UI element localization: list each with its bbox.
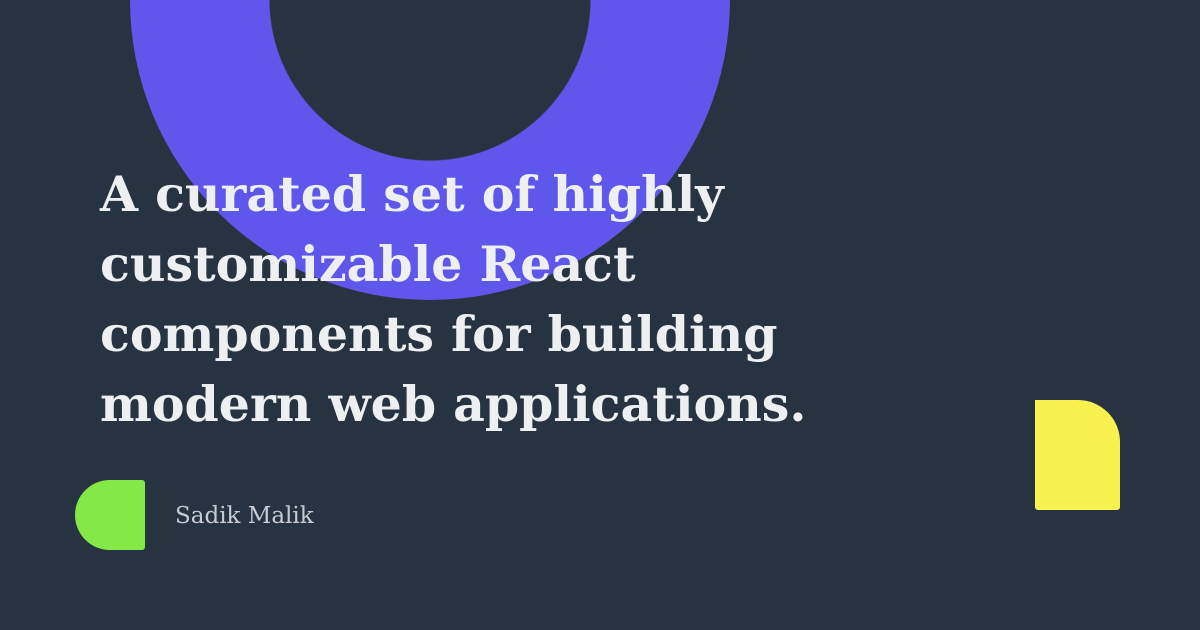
headline-line-1: A curated set of highly xyxy=(100,165,724,223)
headline-line-4: modern web applications. xyxy=(100,375,807,433)
headline: A curated set of highly customizable Rea… xyxy=(100,159,1030,439)
decorative-yellow-shape xyxy=(1035,400,1120,510)
headline-line-2: customizable React xyxy=(100,235,636,293)
social-preview-canvas: A curated set of highly customizable Rea… xyxy=(0,0,1200,630)
author-name: Sadik Malik xyxy=(175,503,314,529)
author-avatar-shape xyxy=(75,480,145,550)
headline-line-3: components for building xyxy=(100,305,778,363)
